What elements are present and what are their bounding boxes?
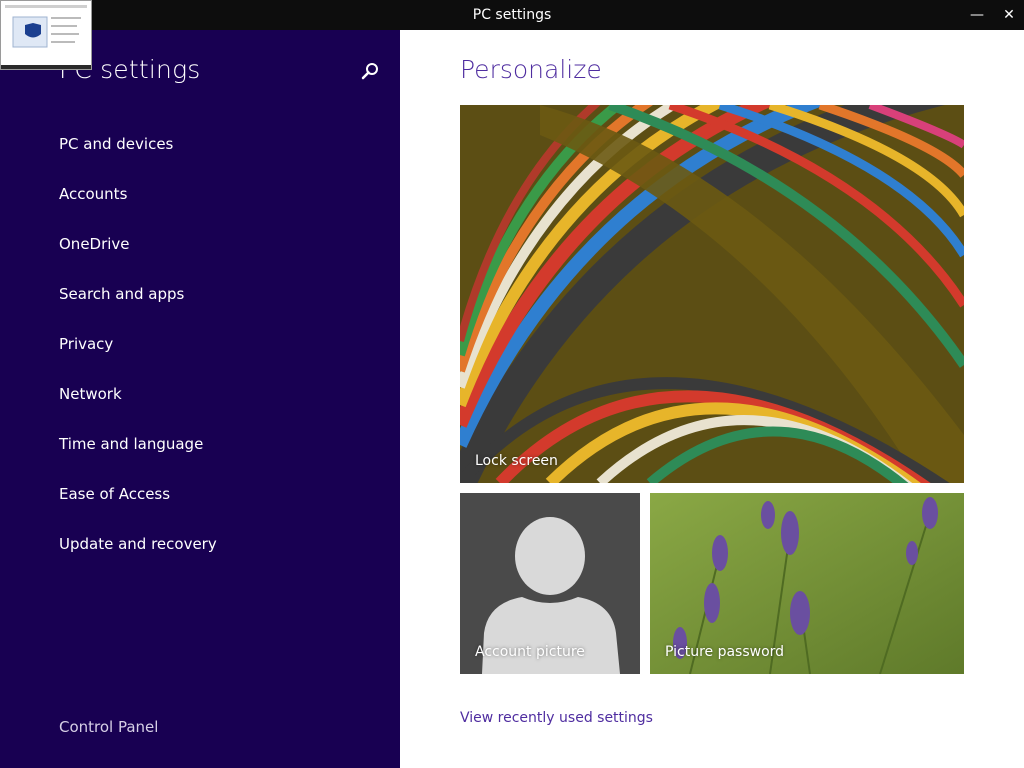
sidebar-item-search-and-apps[interactable]: Search and apps <box>59 285 184 303</box>
page-title: Personalize <box>460 55 602 84</box>
control-panel-link[interactable]: Control Panel <box>59 718 158 736</box>
picture-password-tile[interactable]: Picture password <box>650 493 964 674</box>
lock-screen-image <box>460 105 964 483</box>
sidebar-item-accounts[interactable]: Accounts <box>59 185 127 203</box>
picture-password-label: Picture password <box>665 644 785 660</box>
account-picture-tile[interactable]: Account picture <box>460 493 640 674</box>
minimize-icon[interactable]: — <box>962 0 992 30</box>
close-icon[interactable]: ✕ <box>994 0 1024 30</box>
sidebar: PC settings PC and devices Accounts OneD… <box>0 30 400 768</box>
sidebar-item-pc-and-devices[interactable]: PC and devices <box>59 135 173 153</box>
window-thumbnail <box>0 0 92 70</box>
sidebar-item-onedrive[interactable]: OneDrive <box>59 235 130 253</box>
main-content: Personalize Lock screen Account picture … <box>400 30 1024 768</box>
window-title: PC settings <box>472 7 552 23</box>
recent-settings-link[interactable]: View recently used settings <box>460 710 653 726</box>
search-icon[interactable] <box>360 60 382 82</box>
sidebar-item-privacy[interactable]: Privacy <box>59 335 113 353</box>
title-bar: PC settings — ✕ <box>0 0 1024 30</box>
lock-screen-label: Lock screen <box>475 453 558 469</box>
sidebar-item-network[interactable]: Network <box>59 385 122 403</box>
sidebar-item-ease-of-access[interactable]: Ease of Access <box>59 485 170 503</box>
sidebar-item-update-and-recovery[interactable]: Update and recovery <box>59 535 217 553</box>
lock-screen-tile[interactable]: Lock screen <box>460 105 964 483</box>
sidebar-item-time-and-language[interactable]: Time and language <box>59 435 203 453</box>
account-picture-label: Account picture <box>475 644 585 660</box>
